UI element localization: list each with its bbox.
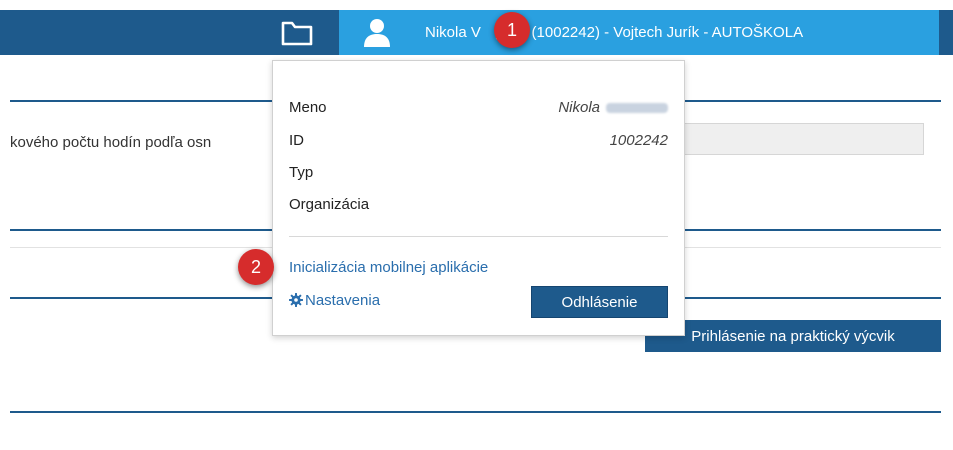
- section-divider: [10, 411, 941, 413]
- user-icon: [364, 18, 390, 47]
- folder-icon: [281, 21, 313, 45]
- name-label: Meno: [289, 99, 327, 116]
- row-divider: [685, 247, 941, 248]
- practical-training-button[interactable]: Prihlásenie na praktický výcvik: [645, 320, 941, 352]
- user-dropdown: Meno Nikola ID 1002242 Typ Organizácia I…: [272, 60, 685, 336]
- section-divider: [685, 229, 941, 231]
- settings-link[interactable]: Nastavenia: [289, 292, 380, 309]
- hours-field[interactable]: [682, 123, 924, 155]
- mobile-app-init-link[interactable]: Inicializácia mobilnej aplikácie: [289, 259, 488, 276]
- dropdown-separator: [289, 236, 668, 237]
- section-divider: [685, 100, 941, 102]
- id-label: ID: [289, 132, 304, 149]
- user-name: Nikola Vgová (1002242) - Vojtech Jurík -…: [425, 24, 804, 41]
- logout-button[interactable]: Odhlásenie: [531, 286, 668, 318]
- organization-label: Organizácia: [289, 196, 370, 213]
- background-text: kového počtu hodín podľa osn: [10, 134, 212, 151]
- section-divider: [685, 297, 941, 299]
- section-divider: [10, 229, 272, 231]
- section-divider: [10, 100, 272, 102]
- gear-icon: [289, 293, 303, 307]
- top-bar-end: [939, 10, 953, 55]
- step-marker-1: 1: [494, 12, 530, 48]
- redacted-surname: [606, 103, 668, 114]
- folder-button[interactable]: [262, 10, 332, 55]
- name-value: Nikola: [558, 99, 668, 116]
- id-value: 1002242: [609, 132, 668, 149]
- section-divider: [10, 297, 272, 299]
- row-divider: [10, 247, 272, 248]
- settings-label: Nastavenia: [305, 292, 381, 309]
- user-menu-button[interactable]: Nikola Vgová (1002242) - Vojtech Jurík -…: [339, 10, 939, 55]
- type-label: Typ: [289, 164, 314, 181]
- step-marker-2: 2: [238, 249, 274, 285]
